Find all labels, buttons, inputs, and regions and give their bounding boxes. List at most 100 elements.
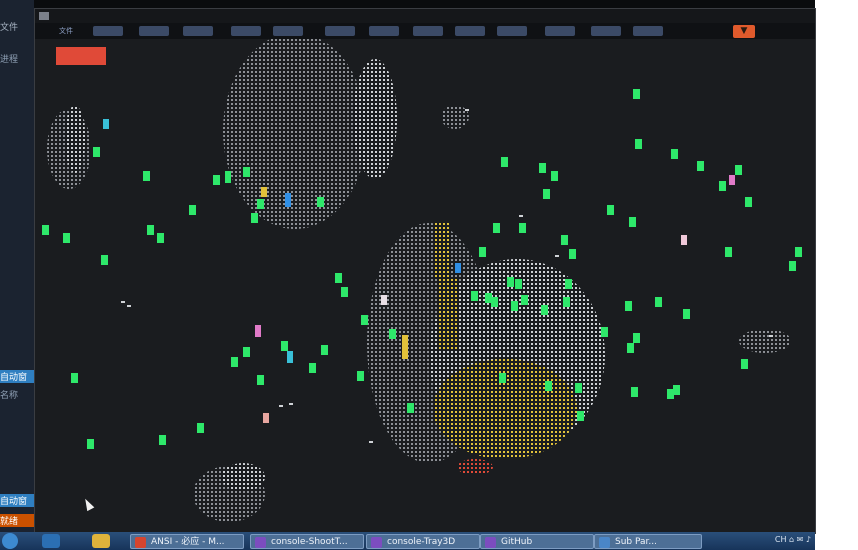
green-particle	[633, 333, 640, 343]
menu-item-3[interactable]	[183, 26, 213, 36]
green-particle	[565, 279, 572, 289]
green-particle	[93, 147, 100, 157]
game-canvas[interactable]	[35, 39, 815, 533]
filter-icon[interactable]: ▼	[733, 25, 755, 38]
green-particle	[543, 189, 550, 199]
debris-speck	[127, 305, 131, 307]
menu-item-0[interactable]: 文件	[53, 26, 79, 36]
green-particle	[251, 213, 258, 223]
pink-block-left	[263, 413, 269, 423]
green-particle	[521, 295, 528, 305]
green-particle	[563, 297, 570, 307]
debris-speck	[555, 255, 559, 257]
green-particle	[575, 383, 582, 393]
green-particle	[213, 175, 220, 185]
console-title-bar[interactable]	[35, 9, 815, 23]
menu-item-10[interactable]	[497, 26, 527, 36]
green-particle	[493, 223, 500, 233]
taskbar-button-4[interactable]: Sub Par...	[594, 534, 702, 549]
green-particle	[741, 359, 748, 369]
yellow-debris-mid	[439, 279, 459, 349]
green-particle	[159, 435, 166, 445]
asteroid-large-top	[223, 39, 367, 229]
menu-item-5[interactable]	[273, 26, 303, 36]
app-icon	[599, 537, 610, 548]
player-ship	[285, 193, 291, 207]
white-block	[381, 295, 387, 305]
side-auto-window-tab[interactable]: 自动窗	[0, 370, 34, 383]
menu-item-6[interactable]	[325, 26, 355, 36]
side-status-bar: 就绪	[0, 514, 34, 527]
menu-item-8[interactable]	[413, 26, 443, 36]
debris-speck	[369, 441, 373, 443]
green-particle	[485, 293, 492, 303]
side-auto-window-tab-2[interactable]: 自动窗	[0, 494, 34, 507]
green-particle	[795, 247, 802, 257]
asteroid-left-edge	[65, 105, 85, 173]
taskbar-button-1[interactable]: console-ShootT...	[250, 534, 364, 549]
green-particle	[545, 381, 552, 391]
debris-speck	[769, 335, 773, 337]
green-particle	[633, 89, 640, 99]
taskbar-button-label: console-Tray3D	[387, 537, 456, 547]
taskbar-button-2[interactable]: console-Tray3D	[366, 534, 480, 549]
asteroid-edge-top	[353, 59, 397, 179]
green-particle	[667, 389, 674, 399]
green-particle	[87, 439, 94, 449]
green-particle	[257, 199, 264, 209]
yellow-enemy	[261, 187, 267, 197]
green-particle	[341, 287, 348, 297]
start-button-icon[interactable]	[2, 533, 18, 549]
cyan-enemy	[287, 351, 293, 363]
windows-taskbar: ANSI - 必应 - M... console-ShootT... console…	[0, 532, 815, 550]
green-particle	[511, 301, 518, 311]
taskbar-button-3[interactable]: GitHub	[480, 534, 594, 549]
menu-item-13[interactable]	[633, 26, 663, 36]
green-particle	[515, 279, 522, 289]
menu-item-1[interactable]	[93, 26, 123, 36]
menu-item-12[interactable]	[591, 26, 621, 36]
green-particle	[491, 297, 498, 307]
taskbar-button-0[interactable]: ANSI - 必应 - M...	[130, 534, 244, 549]
green-particle	[143, 171, 150, 181]
chrome-icon[interactable]	[92, 534, 110, 548]
green-particle	[655, 297, 662, 307]
green-particle	[631, 387, 638, 397]
ide-side-panel: 文件 进程 自动窗 名称 自动窗 就绪	[0, 0, 34, 550]
visual-studio-icon	[371, 537, 382, 548]
green-particle	[507, 277, 514, 287]
green-particle	[243, 347, 250, 357]
taskbar-button-label: Sub Par...	[615, 537, 657, 547]
green-particle	[725, 247, 732, 257]
menu-item-7[interactable]	[369, 26, 399, 36]
console-window[interactable]: 文件 ▼	[34, 8, 816, 534]
asteroid-bottom-left-edge	[221, 463, 265, 491]
green-particle	[479, 247, 486, 257]
side-process-label: 进程	[0, 55, 19, 65]
pinned-app-icon[interactable]	[42, 534, 60, 548]
green-particle	[745, 197, 752, 207]
green-particle	[625, 301, 632, 311]
debris-speck	[289, 403, 293, 405]
menu-item-4[interactable]	[231, 26, 261, 36]
green-particle	[501, 157, 508, 167]
green-particle	[101, 255, 108, 265]
health-bar	[56, 47, 106, 65]
green-particle	[569, 249, 576, 259]
menu-item-9[interactable]	[455, 26, 485, 36]
pink-block-right	[729, 175, 735, 185]
green-particle	[577, 411, 584, 421]
green-particle	[673, 385, 680, 395]
yellow-debris-tall	[435, 221, 451, 277]
asteroid-right-small	[739, 329, 791, 353]
green-particle	[257, 375, 264, 385]
menu-item-2[interactable]	[139, 26, 169, 36]
menu-item-11[interactable]	[545, 26, 575, 36]
green-particle	[601, 327, 608, 337]
green-particle	[519, 223, 526, 233]
green-particle	[335, 273, 342, 283]
magenta-enemy	[255, 325, 261, 337]
taskbar-button-label: console-ShootT...	[271, 537, 348, 547]
yellow-debris-small	[402, 335, 408, 359]
green-particle	[281, 341, 288, 351]
